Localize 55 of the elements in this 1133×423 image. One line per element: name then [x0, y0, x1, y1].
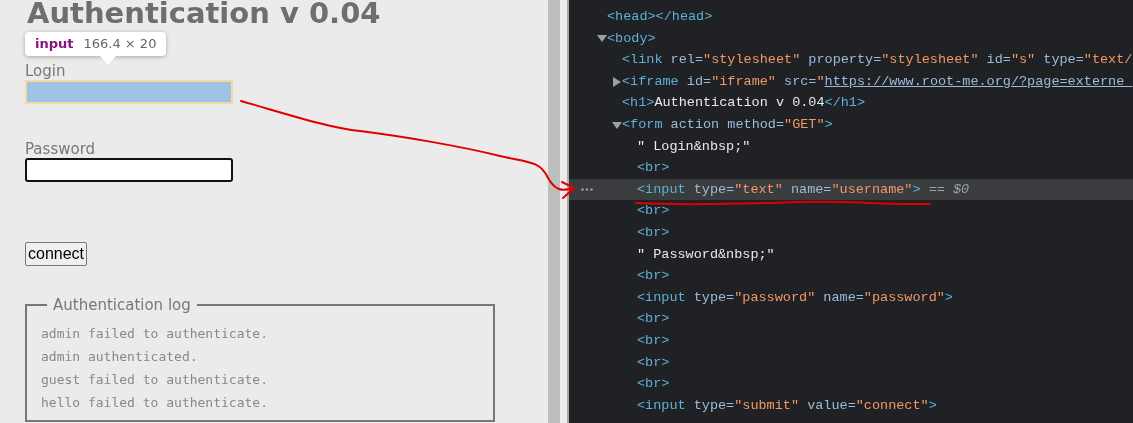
code-text: <h1>Authentication v 0.04</h1> — [622, 94, 866, 113]
dom-node-row[interactable]: <br> — [569, 329, 1133, 352]
dom-node-row[interactable]: <link rel="stylesheet" property="stylesheet" id="s" type="text/ — [569, 49, 1133, 71]
code-text: <br> — [637, 267, 670, 286]
expand-arrow-icon[interactable] — [612, 76, 622, 87]
more-icon[interactable] — [581, 187, 593, 191]
dom-node-row[interactable]: <form action method="GET"> — [569, 113, 1133, 136]
code-text: <input type="submit" value="connect"> — [637, 396, 937, 415]
dom-node-row[interactable]: <input type="submit" value="connect"> — [569, 394, 1133, 417]
dom-node-row[interactable]: " Password&nbsp;" — [569, 243, 1133, 266]
code-text: <br> — [637, 353, 670, 372]
tooltip-tag: input — [35, 36, 74, 51]
collapse-arrow-icon[interactable] — [612, 119, 622, 130]
log-line: admin authenticated. — [41, 348, 199, 366]
log-line: hello failed to authenticate. — [41, 394, 269, 412]
collapse-arrow-icon[interactable] — [597, 33, 607, 44]
dom-node-row[interactable]: <input type="password" name="password"> — [569, 286, 1133, 309]
code-text: " Login&nbsp;" — [637, 137, 751, 156]
code-text: <br> — [637, 159, 670, 178]
connect-button[interactable]: connect — [25, 242, 88, 266]
dom-node-row[interactable]: <br> — [569, 351, 1133, 374]
code-text: <br> — [637, 331, 670, 350]
dom-node-row[interactable]: " Login&nbsp;" — [569, 135, 1133, 158]
code-text: <br> — [637, 375, 670, 394]
dom-node-row[interactable]: <br> — [569, 265, 1133, 287]
log-legend: Authentication log — [47, 296, 197, 314]
dom-node-row[interactable]: <br> — [569, 221, 1133, 244]
dom-node-row[interactable]: <body> — [569, 27, 1133, 50]
tooltip-size: 166.4 × 20 — [83, 36, 157, 51]
code-text: <link rel="stylesheet" property="stylesheet" id="s" type="text/ — [622, 51, 1133, 70]
code-text: <br> — [637, 202, 670, 221]
code-text: <head></head> — [607, 8, 713, 26]
dom-node-row[interactable]: <iframe id="iframe" src="https://www.root-me.org/?page=externe_ — [569, 70, 1133, 93]
field-label: Login — [25, 62, 67, 80]
code-text: " Password&nbsp;" — [637, 245, 775, 264]
dom-node-row[interactable]: <br> — [569, 308, 1133, 330]
scrollbar[interactable] — [548, 0, 560, 423]
code-text: <input type="password" name="password"> — [637, 288, 953, 307]
code-text: <body> — [607, 29, 656, 48]
dom-node-row[interactable]: <br> — [569, 373, 1133, 395]
dom-node-row[interactable]: <head></head> — [569, 6, 1133, 28]
code-text: <input type="text" name="username"> == $0 — [637, 180, 970, 199]
code-text: <br> — [637, 310, 670, 329]
code-text: <iframe id="iframe" src="https://www.root-me.org/?page=externe_ — [622, 72, 1133, 91]
dom-node-row[interactable]: <h1>Authentication v 0.04</h1> — [569, 92, 1133, 114]
input-field[interactable] — [25, 158, 233, 182]
code-text: <form action method="GET"> — [622, 115, 833, 134]
log-line: guest failed to authenticate. — [41, 371, 269, 389]
dom-node-row[interactable]: <input type="text" name="username"> == $0 — [569, 178, 1133, 201]
page-heading: Authentication v 0.04 — [27, 0, 382, 32]
log-line: admin failed to authenticate. — [41, 325, 269, 343]
dom-node-row[interactable]: <br> — [569, 157, 1133, 179]
dom-node-row[interactable]: <br> — [569, 200, 1133, 222]
field-label: Password — [25, 140, 97, 158]
code-text: <br> — [637, 223, 670, 242]
